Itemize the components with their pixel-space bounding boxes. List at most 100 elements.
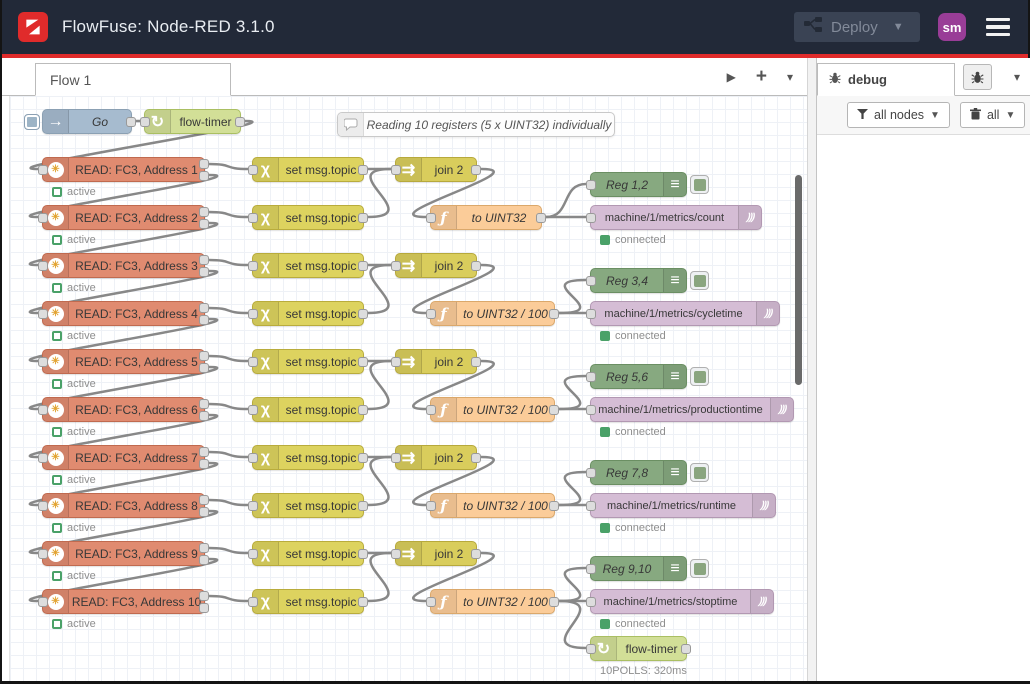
input-port[interactable] (140, 117, 150, 127)
node-set6[interactable]: χset msg.topic (252, 397, 364, 422)
debug-toggle-button[interactable] (690, 559, 709, 578)
input-port[interactable] (586, 309, 596, 319)
node-join1[interactable]: ⇉join 2 (395, 157, 477, 182)
node-set7[interactable]: χset msg.topic (252, 445, 364, 470)
node-set4[interactable]: χset msg.topic (252, 301, 364, 326)
input-port[interactable] (38, 549, 48, 559)
filter-nodes-dropdown[interactable]: all nodes ▼ (847, 102, 950, 128)
wire[interactable] (368, 553, 391, 601)
wire[interactable] (209, 212, 248, 217)
output-port[interactable] (471, 453, 481, 463)
input-port[interactable] (586, 564, 596, 574)
node-reg3[interactable]: Reg 5,6≡ (590, 364, 687, 389)
input-port[interactable] (391, 357, 401, 367)
node-fn1[interactable]: ƒto UINT32 (430, 205, 542, 230)
output-port[interactable] (358, 453, 368, 463)
sidebar-splitter[interactable] (807, 58, 817, 681)
node-read3[interactable]: ✳READ: FC3, Address 3 (42, 253, 205, 278)
wire[interactable] (559, 472, 586, 505)
output-port[interactable] (471, 261, 481, 271)
node-mq2[interactable]: machine/1/metrics/cycletime))) (590, 301, 780, 326)
node-reg4[interactable]: Reg 7,8≡ (590, 460, 687, 485)
input-port[interactable] (586, 276, 596, 286)
node-read5[interactable]: ✳READ: FC3, Address 5 (42, 349, 205, 374)
input-port[interactable] (38, 213, 48, 223)
flow-canvas[interactable]: →Go ↻flow-timer Reading 10 registers (5 x … (2, 96, 807, 681)
node-mq3[interactable]: machine/1/metrics/productiontime))) (590, 397, 794, 422)
node-reg2[interactable]: Reg 3,4≡ (590, 268, 687, 293)
node-read2[interactable]: ✳READ: FC3, Address 2 (42, 205, 205, 230)
wire[interactable] (209, 404, 248, 409)
input-port[interactable] (586, 468, 596, 478)
output-port[interactable] (199, 591, 209, 601)
wire[interactable] (209, 260, 248, 265)
node-mq4[interactable]: machine/1/metrics/runtime))) (590, 493, 776, 518)
node-set10[interactable]: χset msg.topic (252, 589, 364, 614)
output-port[interactable] (199, 351, 209, 361)
node-read6[interactable]: ✳READ: FC3, Address 6 (42, 397, 205, 422)
input-port[interactable] (586, 405, 596, 415)
node-go[interactable]: →Go (42, 109, 132, 134)
input-port[interactable] (248, 261, 258, 271)
node-ft2[interactable]: ↻flow-timer (590, 636, 687, 661)
output-port[interactable] (549, 309, 559, 319)
wire[interactable] (209, 500, 248, 505)
input-port[interactable] (38, 405, 48, 415)
output-port[interactable] (199, 555, 209, 565)
deploy-button[interactable]: Deploy ▼ (794, 12, 920, 42)
wire[interactable] (368, 457, 391, 505)
node-set5[interactable]: χset msg.topic (252, 349, 364, 374)
output-port[interactable] (358, 405, 368, 415)
input-port[interactable] (248, 405, 258, 415)
wire[interactable] (209, 452, 248, 457)
output-port[interactable] (199, 303, 209, 313)
input-port[interactable] (38, 597, 48, 607)
output-port[interactable] (681, 644, 691, 654)
add-flow-button[interactable]: + (756, 66, 767, 88)
wire[interactable] (209, 548, 248, 553)
wire[interactable] (559, 601, 586, 648)
node-cm[interactable]: Reading 10 registers (5 x UINT32) indivi… (337, 112, 615, 137)
output-port[interactable] (199, 447, 209, 457)
output-port[interactable] (358, 549, 368, 559)
tab-list-dropdown-icon[interactable]: ▾ (787, 70, 793, 84)
output-port[interactable] (471, 357, 481, 367)
input-port[interactable] (391, 549, 401, 559)
output-port[interactable] (199, 219, 209, 229)
input-port[interactable] (38, 501, 48, 511)
node-mq1[interactable]: machine/1/metrics/count))) (590, 205, 762, 230)
input-port[interactable] (586, 501, 596, 511)
output-port[interactable] (471, 549, 481, 559)
node-ft[interactable]: ↻flow-timer (144, 109, 241, 134)
wire[interactable] (209, 356, 248, 361)
output-port[interactable] (199, 363, 209, 373)
node-read8[interactable]: ✳READ: FC3, Address 8 (42, 493, 205, 518)
output-port[interactable] (471, 165, 481, 175)
input-port[interactable] (248, 213, 258, 223)
deploy-caret-icon[interactable]: ▼ (893, 21, 904, 33)
output-port[interactable] (358, 165, 368, 175)
wire[interactable] (368, 361, 391, 409)
output-port[interactable] (199, 459, 209, 469)
debug-toggle-button[interactable] (690, 463, 709, 482)
input-port[interactable] (38, 261, 48, 271)
input-port[interactable] (248, 357, 258, 367)
tab-flow-1[interactable]: Flow 1 (35, 63, 231, 96)
input-port[interactable] (426, 405, 436, 415)
input-port[interactable] (426, 309, 436, 319)
output-port[interactable] (549, 501, 559, 511)
input-port[interactable] (426, 213, 436, 223)
output-port[interactable] (199, 399, 209, 409)
output-port[interactable] (199, 207, 209, 217)
input-port[interactable] (586, 372, 596, 382)
node-join4[interactable]: ⇉join 2 (395, 445, 477, 470)
output-port[interactable] (199, 267, 209, 277)
wire[interactable] (368, 169, 391, 217)
node-join2[interactable]: ⇉join 2 (395, 253, 477, 278)
run-flows-icon[interactable]: ▶ (727, 70, 736, 84)
tab-debug[interactable]: debug (817, 63, 955, 96)
node-read10[interactable]: ✳READ: FC3, Address 10 (42, 589, 205, 614)
output-port[interactable] (549, 405, 559, 415)
output-port[interactable] (358, 309, 368, 319)
output-port[interactable] (199, 171, 209, 181)
